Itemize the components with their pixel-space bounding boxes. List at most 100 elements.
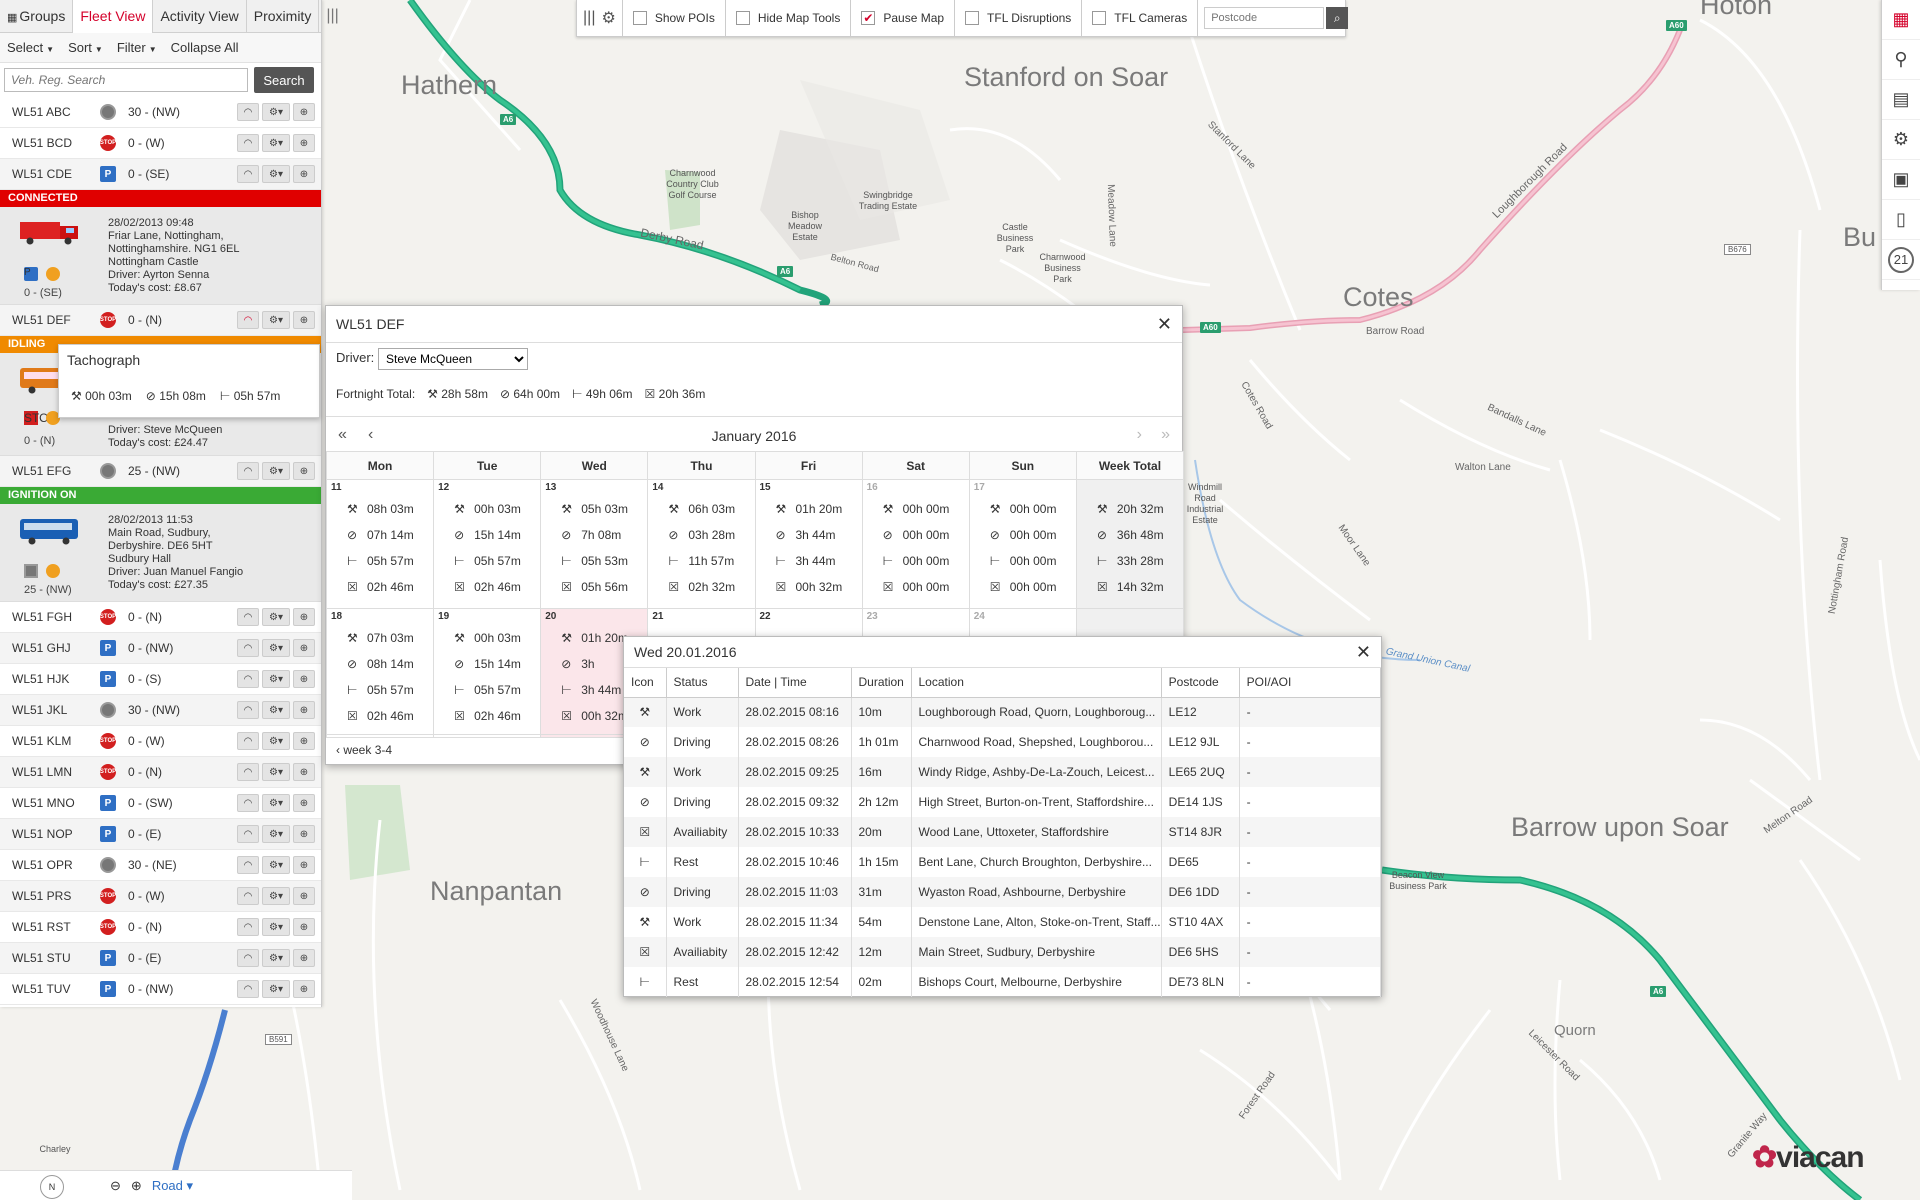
settings-icon[interactable]: ⚙ [1882, 120, 1920, 160]
vehicle-row[interactable]: WL51 RST STOP 0 - (N) ◠ ⚙▾ ⊕ [0, 912, 321, 943]
close-icon[interactable]: ✕ [1356, 637, 1371, 667]
vehicle-row[interactable]: WL51 BCD STOP 0 - (W) ◠ ⚙▾ ⊕ [0, 128, 321, 159]
tachograph-button[interactable]: ◠ [237, 701, 259, 719]
checkbox-pause-map[interactable]: ✔ [861, 11, 876, 25]
tachograph-button[interactable]: ◠ [237, 462, 259, 480]
vehicle-row[interactable]: WL51 KLM STOP 0 - (W) ◠ ⚙▾ ⊕ [0, 726, 321, 757]
zoom-to-vehicle-button[interactable]: ⊕ [293, 311, 315, 329]
column-header[interactable]: Duration [851, 668, 912, 698]
gear-icon[interactable]: ⚙ [601, 8, 615, 28]
settings-menu-button[interactable]: ⚙▾ [262, 462, 290, 480]
vehicle-row[interactable]: WL51 NOP P 0 - (E) ◠ ⚙▾ ⊕ [0, 819, 321, 850]
settings-menu-button[interactable]: ⚙▾ [262, 825, 290, 843]
tab-fleet-view[interactable]: Fleet View [73, 0, 154, 33]
activity-row[interactable]: ⚒ Work 28.02.2015 08:16 10m Loughborough Roa… [624, 697, 1382, 727]
tachograph-button[interactable]: ◠ [237, 887, 259, 905]
activity-row[interactable]: ⚒ Work 28.02.2015 09:25 16m Windy Ridge, Ash… [624, 757, 1382, 787]
tachograph-button[interactable]: ◠ [237, 980, 259, 998]
filter-menu[interactable]: Filter ▼ [110, 40, 164, 55]
column-header[interactable]: Status [666, 668, 739, 698]
activity-row[interactable]: ⊘ Driving 28.02.2015 08:26 1h 01m Charnwood … [624, 727, 1382, 757]
settings-menu-button[interactable]: ⚙▾ [262, 608, 290, 626]
tachograph-button[interactable]: ◠ [237, 608, 259, 626]
vehicle-search-button[interactable]: Search [254, 67, 314, 93]
zoom-to-vehicle-button[interactable]: ⊕ [293, 732, 315, 750]
settings-menu-button[interactable]: ⚙▾ [262, 794, 290, 812]
location-pin-icon[interactable]: ⚲ [1882, 40, 1920, 80]
tab-proximity[interactable]: Proximity [247, 0, 320, 33]
calendar-day-cell[interactable]: 11 ⚒ 08h 03m ⊘ 07h 14m ⊢ 05h 57m ☒ 02h 46m [325, 479, 435, 609]
toggle-hide-map-tools[interactable]: Hide Map Tools [726, 0, 852, 37]
checkbox-tfl-cameras[interactable] [1092, 11, 1107, 25]
vehicle-row[interactable]: WL51 JKL 30 - (NW) ◠ ⚙▾ ⊕ [0, 695, 321, 726]
vehicle-row[interactable]: WL51 PRS STOP 0 - (W) ◠ ⚙▾ ⊕ [0, 881, 321, 912]
collapse-all-button[interactable]: Collapse All [164, 40, 246, 55]
calendar-day-cell[interactable]: 12 ⚒ 00h 03m ⊘ 15h 14m ⊢ 05h 57m ☒ 02h 46m [433, 479, 542, 609]
tachograph-button[interactable]: ◠ [237, 134, 259, 152]
zoom-to-vehicle-button[interactable]: ⊕ [293, 794, 315, 812]
zoom-to-vehicle-button[interactable]: ⊕ [293, 980, 315, 998]
tachograph-button[interactable]: ◠ [237, 670, 259, 688]
select-menu[interactable]: Select ▼ [0, 40, 61, 55]
zoom-in-icon[interactable]: ⊕ [131, 1178, 142, 1194]
chevron-right-icon[interactable]: › [1137, 426, 1142, 444]
zoom-to-vehicle-button[interactable]: ⊕ [293, 887, 315, 905]
calendar-day-cell[interactable]: 17 ⚒ 00h 00m ⊘ 00h 00m ⊢ 00h 00m ☒ 00h 00m [968, 479, 1077, 609]
zoom-to-vehicle-button[interactable]: ⊕ [293, 103, 315, 121]
vehicle-row[interactable]: WL51 HJK P 0 - (S) ◠ ⚙▾ ⊕ [0, 664, 321, 695]
settings-menu-button[interactable]: ⚙▾ [262, 856, 290, 874]
vehicle-row[interactable]: WL51 CDE P 0 - (SE) ◠ ⚙▾ ⊕ [0, 159, 321, 190]
driver-select[interactable]: Steve McQueen [378, 348, 528, 370]
zoom-to-vehicle-button[interactable]: ⊕ [293, 918, 315, 936]
activity-row[interactable]: ⚒ Work 28.02.2015 11:34 54m Denstone Lane, A… [624, 907, 1382, 937]
activity-row[interactable]: ⊢ Rest 28.02.2015 12:54 02m Bishops Court, M… [624, 967, 1382, 997]
tachograph-button[interactable]: ◠ [237, 949, 259, 967]
vehicle-row[interactable]: WL51 GHJ P 0 - (NW) ◠ ⚙▾ ⊕ [0, 633, 321, 664]
activity-row[interactable]: ⊢ Rest 28.02.2015 10:46 1h 15m Bent Lane, Ch… [624, 847, 1382, 877]
tachograph-button[interactable]: ◠ [237, 856, 259, 874]
settings-menu-button[interactable]: ⚙▾ [262, 134, 290, 152]
vehicle-row[interactable]: WL51 OPR 30 - (NE) ◠ ⚙▾ ⊕ [0, 850, 321, 881]
sort-menu[interactable]: Sort ▼ [61, 40, 110, 55]
settings-menu-button[interactable]: ⚙▾ [262, 639, 290, 657]
double-chevron-right-icon[interactable]: » [1161, 426, 1170, 444]
settings-menu-button[interactable]: ⚙▾ [262, 949, 290, 967]
settings-menu-button[interactable]: ⚙▾ [262, 701, 290, 719]
tachograph-button[interactable]: ◠ [237, 103, 259, 121]
book-icon[interactable]: ▯ [1882, 200, 1920, 240]
tab-groups[interactable]: ▦ Groups [0, 0, 74, 33]
tachograph-button[interactable]: ◠ [237, 732, 259, 750]
activity-row[interactable]: ⊘ Driving 28.02.2015 11:03 31m Wyaston Road,… [624, 877, 1382, 907]
checkbox-tfl-disruptions[interactable] [965, 11, 980, 25]
vehicle-search-input[interactable] [4, 68, 248, 92]
toggle-tfl-cameras[interactable]: TFL Cameras [1082, 0, 1199, 37]
settings-menu-button[interactable]: ⚙▾ [262, 980, 290, 998]
compass-icon[interactable]: N [40, 1175, 64, 1199]
search-icon[interactable]: ⌕ [1326, 7, 1349, 29]
map-book-icon[interactable]: ▦ [1882, 0, 1920, 40]
calendar-day-cell[interactable]: 14 ⚒ 06h 03m ⊘ 03h 28m ⊢ 11h 57m ☒ 02h 32m [647, 479, 756, 609]
zoom-to-vehicle-button[interactable]: ⊕ [293, 639, 315, 657]
vehicle-row[interactable]: WL51 LMN STOP 0 - (N) ◠ ⚙▾ ⊕ [0, 757, 321, 788]
activity-row[interactable]: ☒ Availiabity 28.02.2015 10:33 20m Wood Lane… [624, 817, 1382, 847]
vehicle-row[interactable]: WL51 FGH STOP 0 - (N) ◠ ⚙▾ ⊕ [0, 602, 321, 633]
tools-handle[interactable]: ||| ⚙ [577, 0, 623, 37]
close-icon[interactable]: ✕ [1157, 306, 1172, 342]
column-header[interactable]: Icon [624, 668, 667, 698]
vehicle-row[interactable]: WL51 TUV P 0 - (NW) ◠ ⚙▾ ⊕ [0, 974, 321, 1005]
settings-menu-button[interactable]: ⚙▾ [262, 165, 290, 183]
column-header[interactable]: Postcode [1161, 668, 1240, 698]
toggle-tfl-disruptions[interactable]: TFL Disruptions [955, 0, 1083, 37]
zoom-to-vehicle-button[interactable]: ⊕ [293, 763, 315, 781]
vehicle-row[interactable]: WL51 DEF STOP 0 - (N) ◠ ⚙▾ ⊕ [0, 305, 321, 336]
zoom-to-vehicle-button[interactable]: ⊕ [293, 608, 315, 626]
settings-menu-button[interactable]: ⚙▾ [262, 763, 290, 781]
toggle-show-pois[interactable]: Show POIs [623, 0, 726, 37]
zoom-to-vehicle-button[interactable]: ⊕ [293, 701, 315, 719]
tachograph-button[interactable]: ◠ [237, 918, 259, 936]
vehicle-row[interactable]: WL51 MNO P 0 - (SW) ◠ ⚙▾ ⊕ [0, 788, 321, 819]
settings-menu-button[interactable]: ⚙▾ [262, 732, 290, 750]
tab-activity-view[interactable]: Activity View [153, 0, 247, 33]
tachograph-button[interactable]: ◠ [237, 639, 259, 657]
activity-row[interactable]: ⊘ Driving 28.02.2015 09:32 2h 12m High Stree… [624, 787, 1382, 817]
